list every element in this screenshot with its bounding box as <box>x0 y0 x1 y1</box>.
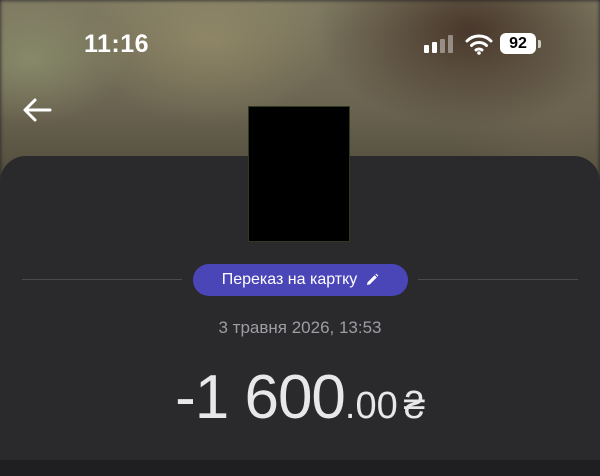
divider-right <box>418 279 578 280</box>
battery-tip <box>538 40 541 48</box>
arrow-left-icon <box>23 98 52 122</box>
cellular-signal-icon <box>424 35 453 53</box>
status-bar: 11:16 92 <box>0 0 600 90</box>
pencil-icon <box>367 273 379 285</box>
divider-left <box>22 279 182 280</box>
bottom-strip <box>0 460 600 476</box>
transaction-amount: -1 600.00 ₴ <box>0 362 600 433</box>
amount-main: -1 600 <box>175 363 346 432</box>
status-time: 11:16 <box>84 30 150 58</box>
wifi-icon <box>465 34 493 55</box>
back-button[interactable] <box>20 94 56 126</box>
category-label: Переказ на картку <box>221 271 358 288</box>
transaction-date: 3 травня 2026, 13:53 <box>218 318 382 337</box>
merchant-avatar <box>248 106 350 242</box>
battery-indicator: 92 <box>500 33 536 54</box>
category-chip[interactable]: Переказ на картку <box>193 264 408 296</box>
amount-cents: .00 <box>344 385 398 427</box>
currency-symbol: ₴ <box>403 385 425 427</box>
